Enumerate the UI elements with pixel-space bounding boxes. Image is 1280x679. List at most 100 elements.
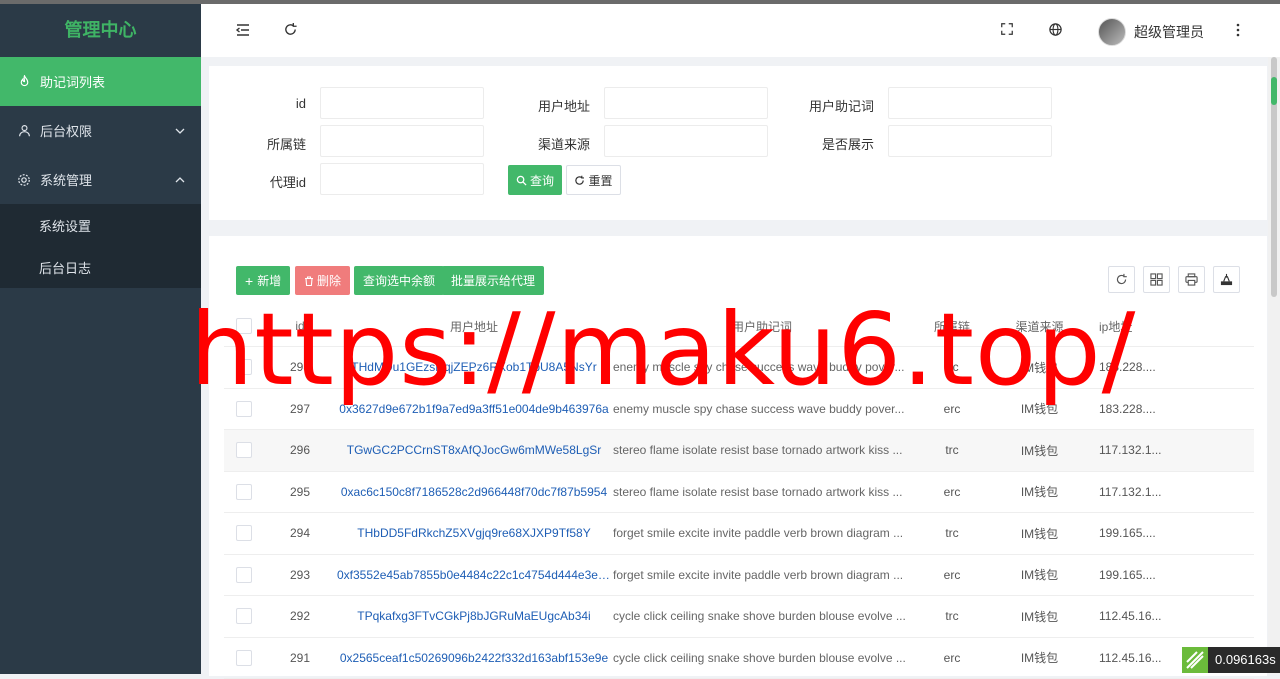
cell-ip: 199.165....	[1087, 512, 1254, 555]
username: 超级管理员	[1134, 24, 1204, 40]
channel-input[interactable]	[604, 125, 768, 157]
cell-ip: 199.165....	[1087, 554, 1254, 596]
column-header-chain[interactable]: 所属链	[912, 306, 992, 347]
sidebar-item-label: 系统管理	[40, 173, 93, 188]
row-checkbox[interactable]	[224, 346, 264, 389]
mnemonic-input[interactable]	[888, 87, 1052, 119]
sidebar-item-mnemonic-list[interactable]: 助记词列表	[0, 57, 201, 106]
id-input[interactable]	[320, 87, 484, 119]
cell-address[interactable]: TGwGC2PCCrnST8xAfQJocGw6mMWe58LgSr	[336, 429, 612, 472]
sidebar-subitem-logs[interactable]: 后台日志	[0, 246, 201, 288]
cell-ip: 112.45.16...	[1087, 595, 1254, 638]
cell-channel: IM钱包	[992, 512, 1087, 555]
row-checkbox[interactable]	[224, 388, 264, 430]
export-icon	[1220, 273, 1233, 286]
show-select[interactable]	[888, 125, 1052, 157]
query-button-label: 查询	[529, 173, 554, 188]
chevron-down-icon	[175, 124, 185, 139]
cell-address[interactable]: 0x2565ceaf1c50269096b2422f332d163abf153e…	[336, 637, 612, 679]
cell-address[interactable]: 0xac6c150c8f7186528c2d966448f70dc7f87b59…	[336, 471, 612, 513]
cell-channel: IM钱包	[992, 637, 1087, 679]
reset-button[interactable]: 重置	[566, 165, 621, 195]
more-vertical-icon[interactable]	[1231, 22, 1247, 38]
fullscreen-icon[interactable]	[1000, 22, 1016, 38]
header: 超级管理员	[201, 4, 1280, 57]
column-header-mnemonic[interactable]: 用户助记词	[612, 306, 912, 347]
cell-id: 291	[264, 637, 336, 679]
add-button[interactable]: + 新增	[236, 266, 291, 295]
print-button[interactable]	[1178, 266, 1205, 293]
search-icon	[516, 175, 527, 186]
cell-ip: 117.132.1...	[1087, 429, 1254, 472]
agent-input[interactable]	[320, 163, 484, 195]
cell-channel: IM钱包	[992, 346, 1087, 389]
table-row[interactable]: 293 0xf3552e45ab7855b0e4484c22c1c4754d44…	[224, 554, 1254, 596]
cell-mnemonic: enemy muscle spy chase success wave budd…	[612, 346, 912, 389]
collapse-menu-icon[interactable]	[235, 22, 251, 38]
cell-mnemonic: cycle click ceiling snake shove burden b…	[612, 595, 912, 638]
agent-label: 代理id	[269, 175, 306, 190]
column-header-channel[interactable]: 渠道来源	[992, 306, 1087, 347]
row-checkbox[interactable]	[224, 471, 264, 513]
cell-id: 293	[264, 554, 336, 596]
row-checkbox[interactable]	[224, 637, 264, 679]
cell-id: 298	[264, 346, 336, 389]
table-row[interactable]: 295 0xac6c150c8f7186528c2d966448f70dc7f8…	[224, 471, 1254, 513]
chain-input[interactable]	[320, 125, 484, 157]
trash-icon	[304, 275, 314, 286]
export-button[interactable]	[1213, 266, 1240, 293]
column-header-ip[interactable]: ip地址	[1087, 306, 1254, 347]
address-input[interactable]	[604, 87, 768, 119]
query-balance-button[interactable]: 查询选中余额	[354, 266, 445, 295]
select-all-checkbox[interactable]	[224, 306, 264, 347]
row-checkbox[interactable]	[224, 595, 264, 638]
debug-timer-badge: 0.096163s	[1182, 647, 1280, 673]
sidebar-subitem-settings[interactable]: 系统设置	[0, 204, 201, 246]
sidebar-item-label: 后台权限	[40, 124, 93, 139]
delete-button[interactable]: 删除	[295, 266, 351, 295]
table-row[interactable]: 297 0x3627d9e672b1f9a7ed9a3ff51e004de9b4…	[224, 388, 1254, 430]
refresh-icon[interactable]	[283, 22, 299, 38]
cell-id: 297	[264, 388, 336, 430]
sidebar-item-permissions[interactable]: 后台权限	[0, 106, 201, 155]
row-checkbox[interactable]	[224, 512, 264, 555]
fire-icon	[17, 75, 31, 89]
table-refresh-button[interactable]	[1108, 266, 1135, 293]
cell-address[interactable]: THdMDu1GEzsNqjZEPz6RXob1TpU8A5NsYr	[336, 346, 612, 389]
row-checkbox[interactable]	[224, 429, 264, 472]
chain-label: 所属链	[266, 137, 306, 152]
cell-address[interactable]: TPqkafxg3FTvCGkPj8bJGRuMaEUgcAb34i	[336, 595, 612, 638]
cell-chain: trc	[912, 595, 992, 638]
table-row[interactable]: 294 THbDD5FdRkchZ5XVgjq9re68XJXP9Tf58Y f…	[224, 512, 1254, 555]
query-button[interactable]: 查询	[508, 165, 562, 195]
table-row[interactable]: 291 0x2565ceaf1c50269096b2422f332d163abf…	[224, 637, 1254, 679]
chevron-up-icon	[175, 173, 185, 188]
cell-chain: trc	[912, 346, 992, 389]
column-header-id[interactable]: id	[264, 306, 336, 347]
cell-address[interactable]: THbDD5FdRkchZ5XVgjq9re68XJXP9Tf58Y	[336, 512, 612, 555]
batch-show-agent-button[interactable]: 批量展示给代理	[442, 266, 545, 295]
cell-mnemonic: cycle click ceiling snake shove burden b…	[612, 637, 912, 679]
cell-chain: erc	[912, 388, 992, 430]
cell-address[interactable]: 0x3627d9e672b1f9a7ed9a3ff51e004de9b46397…	[336, 388, 612, 430]
cell-channel: IM钱包	[992, 471, 1087, 513]
column-settings-button[interactable]	[1143, 266, 1170, 293]
column-header-address[interactable]: 用户地址	[336, 306, 612, 347]
gear-icon	[17, 173, 31, 187]
user-menu[interactable]: 超级管理员	[1098, 18, 1204, 46]
page-scrollbar[interactable]	[1268, 57, 1280, 674]
table-row[interactable]: 292 TPqkafxg3FTvCGkPj8bJGRuMaEUgcAb34i c…	[224, 595, 1254, 638]
avatar	[1098, 18, 1126, 46]
cell-chain: trc	[912, 429, 992, 472]
table-row[interactable]: 296 TGwGC2PCCrnST8xAfQJocGw6mMWe58LgSr s…	[224, 429, 1254, 472]
address-label: 用户地址	[537, 99, 590, 114]
sidebar-item-system[interactable]: 系统管理	[0, 155, 201, 204]
reset-button-label: 重置	[588, 173, 613, 188]
sidebar-title: 管理中心	[0, 4, 201, 57]
plus-icon: +	[245, 272, 254, 289]
cell-address[interactable]: 0xf3552e45ab7855b0e4484c22c1c4754d444e3e…	[336, 554, 612, 596]
table-row[interactable]: 298 THdMDu1GEzsNqjZEPz6RXob1TpU8A5NsYr e…	[224, 346, 1254, 389]
cell-channel: IM钱包	[992, 388, 1087, 430]
language-globe-icon[interactable]	[1048, 22, 1064, 38]
row-checkbox[interactable]	[224, 554, 264, 596]
